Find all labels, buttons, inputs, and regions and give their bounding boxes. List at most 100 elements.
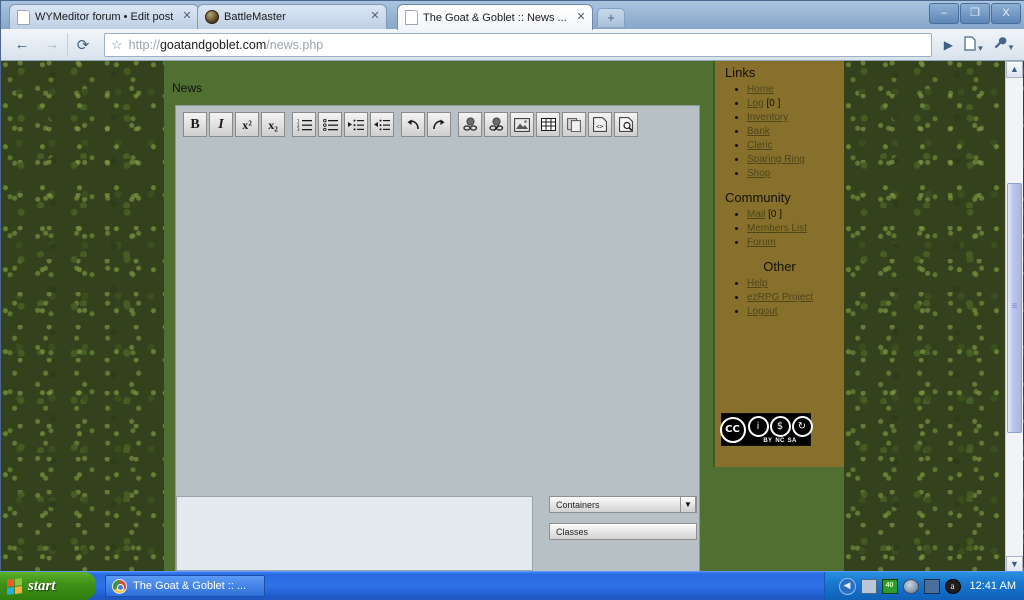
close-button[interactable]: X — [991, 3, 1021, 24]
list-item[interactable]: Logout — [747, 306, 838, 318]
sidebar-link-cleric[interactable]: Cleric — [747, 140, 773, 151]
image-button[interactable] — [510, 112, 534, 137]
taskbar: start The Goat & Goblet :: ... ◀ 40 a 12… — [0, 571, 1024, 600]
page-content: News B I x² x₂ 1 2 3 <> Containers ▼ Cla… — [164, 61, 844, 573]
address-bar[interactable]: ☆ http://goatandgoblet.com/news.php — [104, 32, 932, 57]
containers-select[interactable]: Containers ▼ — [549, 496, 697, 513]
screen: WYMeditor forum • Edit post ✕ BattleMast… — [0, 0, 1024, 600]
editor-body[interactable] — [176, 496, 533, 571]
sidebar-link-shop[interactable]: Shop — [747, 168, 770, 179]
sidebar-list-links: Home Log [0 ] Inventory Bank Cleric Spar… — [721, 84, 838, 180]
background-texture-right — [844, 61, 1024, 573]
sidebar-link-log[interactable]: Log — [747, 98, 764, 109]
list-item[interactable]: Sparing Ring — [747, 154, 838, 166]
preview-button[interactable] — [614, 112, 638, 137]
page-menu-icon[interactable]: ▼ — [959, 35, 989, 54]
italic-button[interactable]: I — [209, 112, 233, 137]
minimize-button[interactable]: – — [929, 3, 959, 24]
list-item[interactable]: Inventory — [747, 112, 838, 124]
sidebar-link-members-list[interactable]: Members List — [747, 223, 807, 234]
unlink-button[interactable] — [484, 112, 508, 137]
list-item[interactable]: Home — [747, 84, 838, 96]
list-item[interactable]: Members List — [747, 223, 838, 235]
forward-button[interactable]: → — [37, 32, 68, 57]
log-count: [0 ] — [766, 98, 781, 109]
taskbar-item-goat-and-goblet[interactable]: The Goat & Goblet :: ... — [105, 575, 265, 597]
creative-commons-by-nc-sa-badge[interactable]: CC i $ ↻ BY NC SA — [719, 413, 813, 446]
list-item[interactable]: Bank — [747, 126, 838, 138]
battlemaster-icon — [205, 10, 219, 24]
scroll-up-button[interactable]: ▲ — [1006, 61, 1023, 78]
network-icon[interactable] — [860, 578, 877, 594]
sidebar-link-help[interactable]: Help — [747, 278, 768, 289]
browser-window: WYMeditor forum • Edit post ✕ BattleMast… — [0, 0, 1024, 573]
tab-battlemaster[interactable]: BattleMaster ✕ — [197, 4, 387, 29]
classes-select[interactable]: Classes — [549, 523, 697, 540]
sidebar-heading-other: Other — [763, 259, 796, 274]
editor-canvas — [179, 143, 696, 531]
superscript-button[interactable]: x² — [235, 112, 259, 137]
tab-wymeditor-forum[interactable]: WYMeditor forum • Edit post ✕ — [9, 4, 199, 29]
volume-icon[interactable] — [902, 578, 919, 594]
cc-label-nc: NC — [775, 437, 785, 444]
sidebar-link-ezrpg-project[interactable]: ezRPG Project — [747, 292, 813, 303]
table-button[interactable] — [536, 112, 560, 137]
sidebar-link-logout[interactable]: Logout — [747, 306, 778, 317]
list-item[interactable]: Forum — [747, 237, 838, 249]
sidebar-heading-community: Community — [725, 190, 791, 205]
containers-label: Containers — [556, 499, 600, 510]
list-item[interactable]: Mail [0 ] — [747, 209, 838, 221]
bookmark-star-icon[interactable]: ☆ — [111, 37, 123, 53]
ordered-list-button[interactable]: 1 2 3 — [292, 112, 316, 137]
back-button[interactable]: ← — [7, 33, 37, 57]
start-button[interactable]: start — [0, 572, 96, 600]
outdent-button[interactable] — [370, 112, 394, 137]
list-item[interactable]: Shop — [747, 168, 838, 180]
html-source-button[interactable]: <> — [588, 112, 612, 137]
tab-close-icon[interactable]: ✕ — [574, 11, 588, 25]
sidebar-link-forum[interactable]: Forum — [747, 237, 776, 248]
wrench-menu-icon[interactable]: ▼ — [989, 36, 1019, 53]
sidebar-link-bank[interactable]: Bank — [747, 126, 770, 137]
restore-button[interactable]: ❐ — [960, 3, 990, 24]
tray-clock[interactable]: 12:41 AM — [970, 580, 1016, 592]
cc-by-icon: i — [747, 415, 769, 437]
svg-text:<>: <> — [596, 124, 604, 131]
list-item[interactable]: ezRPG Project — [747, 292, 838, 304]
tray-expand-icon[interactable]: ◀ — [838, 577, 856, 595]
go-button[interactable]: ▶ — [938, 38, 959, 52]
window-controls: – ❐ X — [928, 3, 1021, 24]
list-item[interactable]: Help — [747, 278, 838, 290]
scrollbar-thumb[interactable] — [1007, 183, 1022, 433]
display-icon[interactable] — [923, 578, 940, 594]
tab-label: The Goat & Goblet :: News ... — [423, 11, 567, 24]
sidebar-link-sparing-ring[interactable]: Sparing Ring — [747, 154, 805, 165]
wymeditor: B I x² x₂ 1 2 3 <> Containers ▼ Classes — [175, 105, 700, 573]
list-item[interactable]: Cleric — [747, 140, 838, 152]
sidebar-link-inventory[interactable]: Inventory — [747, 112, 788, 123]
tab-close-icon[interactable]: ✕ — [180, 10, 194, 24]
tab-close-icon[interactable]: ✕ — [368, 10, 382, 24]
indent-button[interactable] — [344, 112, 368, 137]
cpu-meter-icon[interactable]: 40 — [881, 578, 898, 594]
document-icon — [405, 10, 418, 25]
bold-button[interactable]: B — [183, 112, 207, 137]
list-item[interactable]: Log [0 ] — [747, 98, 838, 110]
subscript-button[interactable]: x₂ — [261, 112, 285, 137]
new-tab-button[interactable]: + — [597, 8, 625, 27]
link-button[interactable] — [458, 112, 482, 137]
sidebar-link-mail[interactable]: Mail — [747, 209, 765, 220]
page-scrollbar[interactable]: ▲ ▼ — [1005, 61, 1023, 573]
tab-label: WYMeditor forum • Edit post — [35, 11, 174, 23]
undo-button[interactable] — [401, 112, 425, 137]
chevron-down-icon[interactable]: ▼ — [680, 496, 696, 513]
unordered-list-button[interactable] — [318, 112, 342, 137]
reload-button[interactable]: ⟳ — [68, 33, 98, 57]
sidebar-link-home[interactable]: Home — [747, 84, 774, 95]
avast-icon[interactable]: a — [944, 578, 961, 594]
paste-button[interactable] — [562, 112, 586, 137]
url-scheme: http:// — [128, 37, 160, 52]
page-title: News — [172, 81, 203, 95]
tab-goat-and-goblet[interactable]: The Goat & Goblet :: News ... ✕ — [397, 4, 593, 30]
redo-button[interactable] — [427, 112, 451, 137]
